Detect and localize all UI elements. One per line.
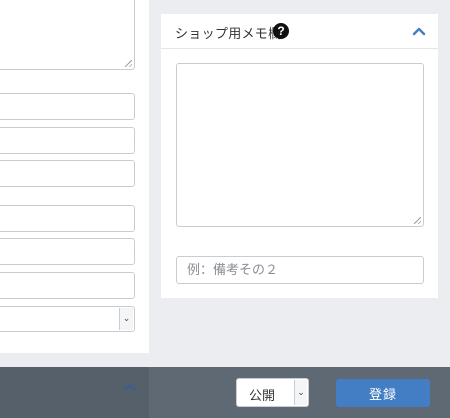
shop-memo-title: ショップ用メモ欄 (175, 27, 282, 42)
left-input-4[interactable] (0, 205, 135, 232)
chevron-up-icon[interactable] (412, 25, 426, 37)
footer-action-bar: 公開 ⌄ 登録 (149, 367, 450, 418)
left-input-6[interactable] (0, 272, 135, 299)
register-button[interactable]: 登録 (336, 379, 430, 407)
shop-memo-header[interactable]: ショップ用メモ欄 ? (161, 14, 438, 49)
footer-left-bar (0, 367, 149, 418)
chevron-down-icon: ⌄ (294, 380, 307, 405)
shop-memo-card: ショップ用メモ欄 ? (161, 14, 438, 298)
resize-grip-icon[interactable] (125, 60, 132, 67)
left-input-2[interactable] (0, 127, 135, 154)
publish-status-select[interactable]: 公開 ⌄ (236, 378, 309, 407)
left-select[interactable]: ⌄ (0, 306, 135, 332)
left-textarea[interactable] (0, 0, 135, 70)
help-icon[interactable]: ? (273, 23, 289, 39)
left-input-1[interactable] (0, 93, 135, 120)
shop-memo-input[interactable] (176, 256, 424, 284)
shop-memo-textarea[interactable] (176, 63, 424, 227)
left-input-3[interactable] (0, 160, 135, 187)
resize-grip-icon[interactable] (414, 217, 421, 224)
left-input-5[interactable] (0, 238, 135, 265)
chevron-down-icon: ⌄ (119, 308, 133, 330)
publish-status-value: 公開 (249, 389, 276, 404)
left-form-panel: ⌄ (0, 0, 149, 353)
chevron-up-icon[interactable] (123, 381, 137, 393)
